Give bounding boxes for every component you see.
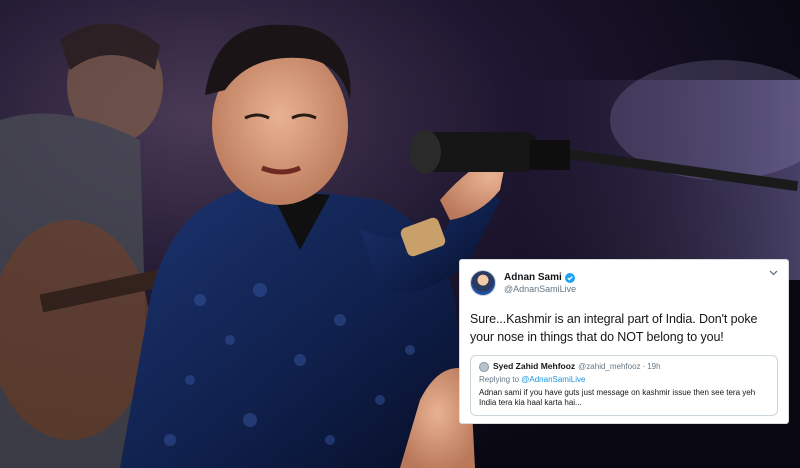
tweet-header: Adnan Sami @AdnanSamiLive — [470, 268, 778, 298]
tweet-card: Adnan Sami @AdnanSamiLive Sure...Kashmir… — [459, 259, 789, 424]
replying-prefix: Replying to — [479, 374, 520, 384]
quoted-name: Syed Zahid Mehfooz — [493, 361, 576, 372]
replying-to: Replying to @AdnanSamiLive — [479, 375, 769, 386]
quoted-text: Adnan sami if you have guts just message… — [479, 387, 756, 408]
quoted-header: Syed Zahid Mehfooz @zahid_mehfooz · 19h — [479, 361, 769, 372]
quoted-tweet: Syed Zahid Mehfooz @zahid_mehfooz · 19h … — [470, 355, 778, 417]
author-info: Adnan Sami @AdnanSamiLive — [504, 272, 576, 294]
verified-badge-icon — [564, 272, 575, 283]
chevron-down-icon — [769, 270, 778, 276]
quoted-avatar — [479, 361, 489, 372]
author-name: Adnan Sami — [504, 272, 562, 284]
quoted-handle: @zahid_mehfooz — [578, 361, 641, 371]
quoted-separator: · — [642, 361, 646, 371]
author-handle: @AdnanSamiLive — [504, 283, 577, 294]
tweet-text: Sure...Kashmir is an integral part of In… — [470, 312, 758, 345]
author-avatar — [470, 270, 496, 296]
quoted-time: 19h — [647, 361, 661, 371]
replying-mention: @AdnanSamiLive — [521, 374, 586, 384]
